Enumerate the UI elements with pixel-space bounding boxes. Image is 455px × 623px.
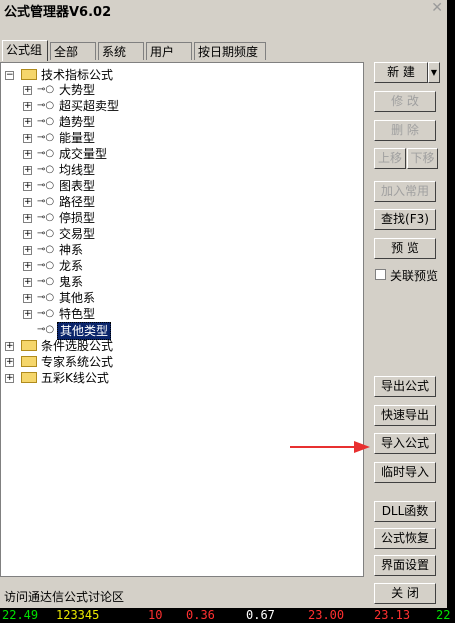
move-down-button[interactable]: 下移 [407,148,438,169]
key-icon: ⊸○ [37,180,55,191]
tab-all[interactable]: 全部 [50,42,96,60]
expand-icon[interactable]: + [23,134,32,143]
expand-icon[interactable]: + [23,230,32,239]
tab-user[interactable]: 用户 [146,42,192,60]
close-icon[interactable]: ✕ [431,0,443,16]
tree-node-label: 能量型 [59,131,96,145]
key-icon: ⊸○ [37,132,55,143]
tree-node-label: 龙系 [59,259,84,273]
expand-icon[interactable]: + [5,342,14,351]
temp-import-button[interactable]: 临时导入 [374,462,436,483]
price-ticker: 22.49 123345 10 0.36 0.67 23.00 23.13 22 [0,608,455,623]
tree-node-label: 其他系 [59,291,96,305]
tree-node-label: 成交量型 [59,147,108,161]
expand-icon[interactable]: + [23,214,32,223]
key-icon: ⊸○ [37,292,55,303]
key-icon: ⊸○ [37,100,55,111]
tree-node-label: 条件选股公式 [41,339,114,353]
folder-icon [21,372,37,383]
preview-button[interactable]: 预 览 [374,238,436,259]
key-icon: ⊸○ [37,164,55,175]
tree-node-label: 特色型 [59,307,96,321]
key-icon: ⊸○ [37,212,55,223]
folder-icon [21,356,37,367]
ticker-value: 23.00 [308,608,345,622]
key-icon: ⊸○ [37,84,55,95]
tab-system[interactable]: 系统 [98,42,144,60]
key-icon: ⊸○ [37,260,55,271]
expand-icon[interactable]: + [5,374,14,383]
key-icon: ⊸○ [37,308,55,319]
add-common-button[interactable]: 加入常用 [374,181,436,202]
tree-node-label: 技术指标公式 [41,68,114,82]
new-dropdown-button[interactable]: ▼ [428,62,440,83]
tree-node-label: 神系 [59,243,84,257]
expand-icon[interactable]: + [23,150,32,159]
folder-icon [21,340,37,351]
key-icon: ⊸○ [37,324,55,335]
ticker-value: 22.49 [2,608,39,622]
key-icon: ⊸○ [37,148,55,159]
key-icon: ⊸○ [37,116,55,127]
title-bar: 公式管理器V6.02 ✕ [0,0,447,20]
tree-node-label: 鬼系 [59,275,84,289]
quick-export-button[interactable]: 快速导出 [374,405,436,426]
dll-function-button[interactable]: DLL函数 [374,501,436,522]
key-icon: ⊸○ [37,276,55,287]
expand-icon[interactable]: + [23,310,32,319]
tab-by-date-frequency[interactable]: 按日期频度 [194,42,266,60]
expand-icon[interactable]: + [23,262,32,271]
import-formula-button[interactable]: 导入公式 [374,433,436,454]
delete-button[interactable]: 删 除 [374,120,436,141]
expand-icon[interactable]: + [23,118,32,127]
ticker-value: 22 [436,608,451,622]
expand-icon[interactable]: + [23,278,32,287]
expand-icon[interactable]: + [23,294,32,303]
tree-node-label: 停损型 [59,211,96,225]
tree-node-label: 均线型 [59,163,96,177]
new-button[interactable]: 新 建 [374,62,428,83]
tree-node-label: 趋势型 [59,115,96,129]
close-button[interactable]: 关 闭 [374,583,436,604]
link-preview-checkbox[interactable] [375,269,386,280]
tree-node-label: 路径型 [59,195,96,209]
ui-settings-button[interactable]: 界面设置 [374,555,436,576]
export-formula-button[interactable]: 导出公式 [374,376,436,397]
expand-icon[interactable]: + [23,182,32,191]
ticker-value: 23.13 [374,608,411,622]
move-up-button[interactable]: 上移 [374,148,406,169]
tab-formula-group[interactable]: 公式组 [2,40,48,61]
expand-icon[interactable]: + [23,198,32,207]
key-icon: ⊸○ [37,228,55,239]
key-icon: ⊸○ [37,244,55,255]
collapse-icon[interactable]: − [5,71,14,80]
expand-icon[interactable]: + [5,358,14,367]
expand-icon[interactable]: + [23,166,32,175]
find-button[interactable]: 查找(F3) [374,209,436,230]
tree-node-label: 大势型 [59,83,96,97]
formula-manager-window: 公式管理器V6.02 ✕ 公式组 全部 系统 用户 按日期频度 − 技术指标公式… [0,0,447,608]
formula-restore-button[interactable]: 公式恢复 [374,528,436,549]
tree-node-label: 超买超卖型 [59,99,120,113]
tree-node-label: 图表型 [59,179,96,193]
window-title: 公式管理器V6.02 [4,5,112,20]
ticker-value: 10 [148,608,163,622]
link-preview-label: 关联预览 [390,269,439,283]
tree-node-label: 专家系统公式 [41,355,114,369]
expand-icon[interactable]: + [23,246,32,255]
folder-icon [21,69,37,80]
formula-tree[interactable]: − 技术指标公式 + ⊸○ 大势型 + ⊸○ 超买超卖型 + ⊸○ 趋势型 + ⊸○ 能量型 +… [0,62,364,577]
background-chart-strip [447,0,455,608]
ticker-value: 123345 [56,608,100,622]
key-icon: ⊸○ [37,196,55,207]
red-arrow-annotation [290,441,370,453]
modify-button[interactable]: 修 改 [374,91,436,112]
expand-icon[interactable]: + [23,102,32,111]
tree-node-label: 交易型 [59,227,96,241]
ticker-value: 0.36 [186,608,215,622]
tree-node-label: 五彩K线公式 [41,371,109,385]
ticker-value: 0.67 [246,608,275,622]
forum-link[interactable]: 访问通达信公式讨论区 [4,588,124,605]
expand-icon[interactable]: + [23,86,32,95]
